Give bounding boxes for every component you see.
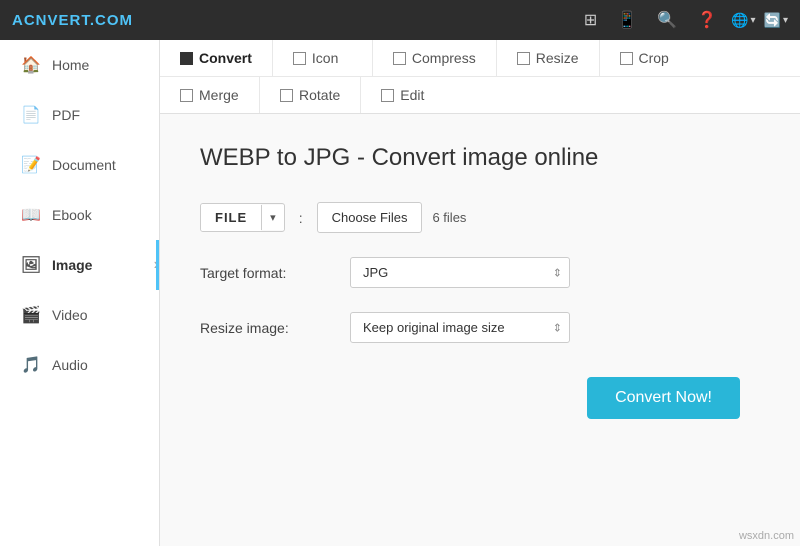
sub-nav-compress[interactable]: Compress (373, 40, 497, 76)
sidebar-label-home: Home (52, 57, 89, 73)
sub-nav-edit-label: Edit (400, 87, 424, 103)
sidebar-item-home[interactable]: 🏠 Home (0, 40, 159, 90)
target-format-select-wrapper: JPG PNG WEBP GIF BMP TIFF (350, 257, 570, 288)
help-icon[interactable]: ❓ (691, 6, 723, 34)
sub-nav-row-1: Convert Icon Compress Resize Crop (160, 40, 800, 77)
sidebar-label-audio: Audio (52, 357, 88, 373)
refresh-arrow: ▾ (783, 15, 788, 26)
nav-icons: ⊞ 📱 🔍 ❓ 🌐 ▾ 🔄 ▾ (578, 6, 788, 34)
sidebar-label-video: Video (52, 307, 88, 323)
language-icon: 🌐 (731, 12, 748, 29)
sidebar-item-video[interactable]: 🎬 Video (0, 290, 159, 340)
page-title: WEBP to JPG - Convert image online (200, 144, 760, 172)
sub-nav-crop-label: Crop (639, 50, 669, 66)
colon-separator: : (299, 210, 303, 226)
document-icon: 📝 (20, 154, 42, 176)
home-icon: 🏠 (20, 54, 42, 76)
ebook-icon: 📖 (20, 204, 42, 226)
sub-nav-resize-label: Resize (536, 50, 579, 66)
convert-now-row: Convert Now! (200, 367, 760, 419)
page-body: WEBP to JPG - Convert image online FILE … (160, 114, 800, 546)
file-dropdown-button[interactable]: ▾ (261, 205, 284, 230)
refresh-selector[interactable]: 🔄 ▾ (764, 12, 788, 29)
sub-nav-resize[interactable]: Resize (497, 40, 600, 76)
target-format-row: Target format: JPG PNG WEBP GIF BMP TIFF (200, 257, 760, 288)
sidebar-item-document[interactable]: 📝 Document (0, 140, 159, 190)
sidebar-chevron-icon: › (154, 256, 159, 274)
sidebar: 🏠 Home 📄 PDF 📝 Document 📖 Ebook 🖼 Image … (0, 40, 160, 546)
pdf-icon: 📄 (20, 104, 42, 126)
sub-nav-icon[interactable]: Icon (273, 40, 373, 76)
file-controls: FILE ▾ : Choose Files 6 files (200, 202, 466, 233)
logo-accent: AC (12, 12, 36, 29)
top-navbar: ACNVERT.COM ⊞ 📱 🔍 ❓ 🌐 ▾ 🔄 ▾ (0, 0, 800, 40)
sub-nav: Convert Icon Compress Resize Crop (160, 40, 800, 114)
sub-nav-rotate-label: Rotate (299, 87, 340, 103)
watermark: wsxdn.com (739, 530, 794, 542)
sub-nav-convert-label: Convert (199, 50, 252, 66)
grid-icon[interactable]: ⊞ (578, 6, 603, 34)
resize-image-controls: Keep original image size Custom size Per… (350, 312, 570, 343)
crop-check-icon (620, 52, 633, 65)
refresh-icon: 🔄 (764, 12, 781, 29)
resize-image-select-wrapper: Keep original image size Custom size Per… (350, 312, 570, 343)
resize-image-label: Resize image: (200, 320, 350, 336)
edit-check-icon (381, 89, 394, 102)
sidebar-label-pdf: PDF (52, 107, 80, 123)
video-icon: 🎬 (20, 304, 42, 326)
sub-nav-rotate[interactable]: Rotate (260, 77, 361, 113)
compress-check-icon (393, 52, 406, 65)
sub-nav-compress-label: Compress (412, 50, 476, 66)
convert-now-button[interactable]: Convert Now! (587, 377, 740, 419)
merge-check-icon (180, 89, 193, 102)
sub-nav-crop[interactable]: Crop (600, 40, 700, 76)
mobile-icon[interactable]: 📱 (611, 6, 643, 34)
target-format-select[interactable]: JPG PNG WEBP GIF BMP TIFF (350, 257, 570, 288)
sub-nav-icon-label: Icon (312, 50, 338, 66)
audio-icon: 🎵 (20, 354, 42, 376)
content-area: Convert Icon Compress Resize Crop (160, 40, 800, 546)
sidebar-label-ebook: Ebook (52, 207, 92, 223)
file-row: FILE ▾ : Choose Files 6 files (200, 202, 760, 233)
sidebar-item-pdf[interactable]: 📄 PDF (0, 90, 159, 140)
target-format-label: Target format: (200, 265, 350, 281)
site-logo: ACNVERT.COM (12, 12, 133, 29)
main-area: 🏠 Home 📄 PDF 📝 Document 📖 Ebook 🖼 Image … (0, 40, 800, 546)
convert-check-icon (180, 52, 193, 65)
target-format-controls: JPG PNG WEBP GIF BMP TIFF (350, 257, 570, 288)
resize-image-select[interactable]: Keep original image size Custom size Per… (350, 312, 570, 343)
files-count: 6 files (432, 210, 466, 225)
sub-nav-convert[interactable]: Convert (160, 40, 273, 76)
resize-check-icon (517, 52, 530, 65)
sub-nav-merge[interactable]: Merge (160, 77, 260, 113)
sidebar-label-image: Image (52, 257, 92, 273)
rotate-check-icon (280, 89, 293, 102)
search-icon[interactable]: 🔍 (651, 6, 683, 34)
sidebar-item-ebook[interactable]: 📖 Ebook (0, 190, 159, 240)
sub-nav-merge-label: Merge (199, 87, 239, 103)
image-icon: 🖼 (20, 254, 42, 276)
sub-nav-edit[interactable]: Edit (361, 77, 461, 113)
icon-check-icon (293, 52, 306, 65)
sidebar-label-document: Document (52, 157, 116, 173)
sidebar-item-image[interactable]: 🖼 Image › (0, 240, 159, 290)
choose-files-button[interactable]: Choose Files (317, 202, 423, 233)
language-selector[interactable]: 🌐 ▾ (731, 12, 755, 29)
sidebar-item-audio[interactable]: 🎵 Audio (0, 340, 159, 390)
sub-nav-row-2: Merge Rotate Edit (160, 77, 800, 113)
file-btn-group: FILE ▾ (200, 203, 285, 232)
language-arrow: ▾ (751, 15, 756, 26)
resize-image-row: Resize image: Keep original image size C… (200, 312, 760, 343)
file-main-button[interactable]: FILE (201, 204, 261, 231)
